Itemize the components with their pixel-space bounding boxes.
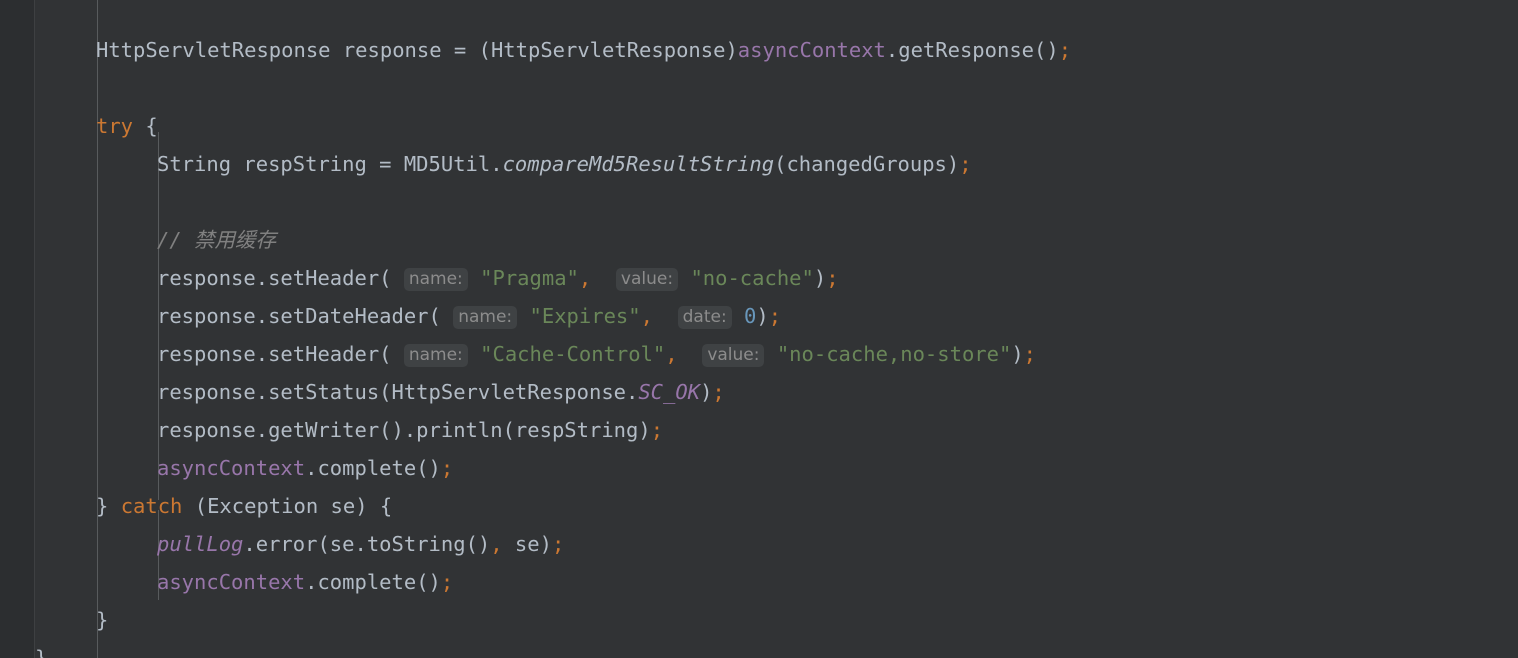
- code-token: ;: [959, 152, 972, 176]
- code-token: ;: [551, 532, 565, 556]
- string-literal: "Pragma": [480, 266, 579, 290]
- code-token: ,: [490, 532, 503, 556]
- code-token: HttpServletResponse response = (HttpServ…: [96, 38, 738, 62]
- code-line[interactable]: HttpServletResponse response = (HttpServ…: [0, 31, 1518, 69]
- inlay-parameter-hint[interactable]: name:: [453, 306, 518, 329]
- code-token: ,: [665, 342, 678, 366]
- inlay-parameter-hint[interactable]: value:: [702, 344, 765, 367]
- code-line[interactable]: [0, 183, 1518, 221]
- string-literal: "Cache-Control": [480, 342, 666, 366]
- code-token: .error(se.toString(): [243, 532, 491, 556]
- code-token: ;: [440, 570, 454, 594]
- code-token: }: [35, 646, 48, 658]
- code-line[interactable]: pullLog.error(se.toString(), se);: [0, 525, 1518, 563]
- code-token: ,: [640, 304, 653, 328]
- code-line[interactable]: response.setHeader( name: "Cache-Control…: [0, 335, 1518, 373]
- code-token: ;: [712, 380, 725, 404]
- code-token: .getResponse(): [885, 38, 1059, 62]
- field-reference: SC_OK: [638, 380, 701, 404]
- inlay-parameter-hint[interactable]: value:: [615, 268, 679, 291]
- code-token: }: [96, 608, 109, 632]
- code-line[interactable]: }: [0, 601, 1518, 639]
- inlay-parameter-hint[interactable]: date:: [677, 306, 732, 329]
- string-literal: "no-cache,no-store": [776, 342, 1012, 366]
- code-token: response.setHeader(: [157, 342, 392, 366]
- code-line[interactable]: response.setHeader( name: "Pragma", valu…: [0, 259, 1518, 297]
- code-token: ;: [826, 266, 839, 290]
- code-line[interactable]: String respString = MD5Util.compareMd5Re…: [0, 145, 1518, 183]
- code-token: response.setStatus(HttpServletResponse.: [157, 380, 639, 404]
- keyword: try: [96, 114, 134, 138]
- code-line[interactable]: response.setDateHeader( name: "Expires",…: [0, 297, 1518, 335]
- code-token: ;: [1023, 342, 1037, 366]
- code-text-area[interactable]: HttpServletResponse response = (HttpServ…: [0, 31, 1518, 658]
- keyword: catch: [120, 494, 183, 518]
- code-line[interactable]: response.setStatus(HttpServletResponse.S…: [0, 373, 1518, 411]
- code-token: ): [813, 266, 827, 290]
- code-token: se): [502, 532, 552, 556]
- code-editor[interactable]: HttpServletResponse response = (HttpServ…: [0, 0, 1518, 658]
- code-token: ;: [1058, 38, 1072, 62]
- code-token: (changedGroups): [774, 152, 960, 176]
- code-token: response.setDateHeader(: [157, 304, 441, 328]
- static-method-reference: compareMd5ResultString: [502, 152, 775, 176]
- code-line[interactable]: // 禁用缓存: [0, 221, 1518, 259]
- code-token: response.setHeader(: [157, 266, 392, 290]
- code-line[interactable]: } catch (Exception se) {: [0, 487, 1518, 525]
- code-token: {: [133, 114, 158, 138]
- field-reference: asyncContext: [157, 570, 306, 594]
- code-line[interactable]: [0, 69, 1518, 107]
- code-token: ;: [768, 304, 782, 328]
- code-token: ): [1011, 342, 1024, 366]
- code-line[interactable]: response.getWriter().println(respString)…: [0, 411, 1518, 449]
- field-reference: pullLog: [157, 532, 244, 556]
- code-token: String respString = MD5Util.: [157, 152, 503, 176]
- inlay-parameter-hint[interactable]: name:: [403, 344, 468, 367]
- field-reference: asyncContext: [737, 38, 886, 62]
- code-token: ): [756, 304, 769, 328]
- number-literal: 0: [744, 304, 757, 328]
- code-token: .complete(): [305, 570, 441, 594]
- code-token: }: [96, 494, 121, 518]
- code-line[interactable]: try {: [0, 107, 1518, 145]
- code-token: ): [700, 380, 713, 404]
- code-token: (Exception se) {: [182, 494, 393, 518]
- code-token: ;: [440, 456, 454, 480]
- string-literal: "Expires": [529, 304, 641, 328]
- code-token: response.getWriter().println(respString): [157, 418, 651, 442]
- field-reference: asyncContext: [157, 456, 306, 480]
- code-token: ;: [650, 418, 664, 442]
- code-line[interactable]: asyncContext.complete();: [0, 449, 1518, 487]
- string-literal: "no-cache": [690, 266, 814, 290]
- inlay-parameter-hint[interactable]: name:: [403, 268, 468, 291]
- code-line[interactable]: }: [0, 639, 1518, 658]
- code-comment: // 禁用缓存: [157, 228, 277, 252]
- code-token: .complete(): [305, 456, 441, 480]
- code-token: ,: [578, 266, 592, 290]
- code-line[interactable]: asyncContext.complete();: [0, 563, 1518, 601]
